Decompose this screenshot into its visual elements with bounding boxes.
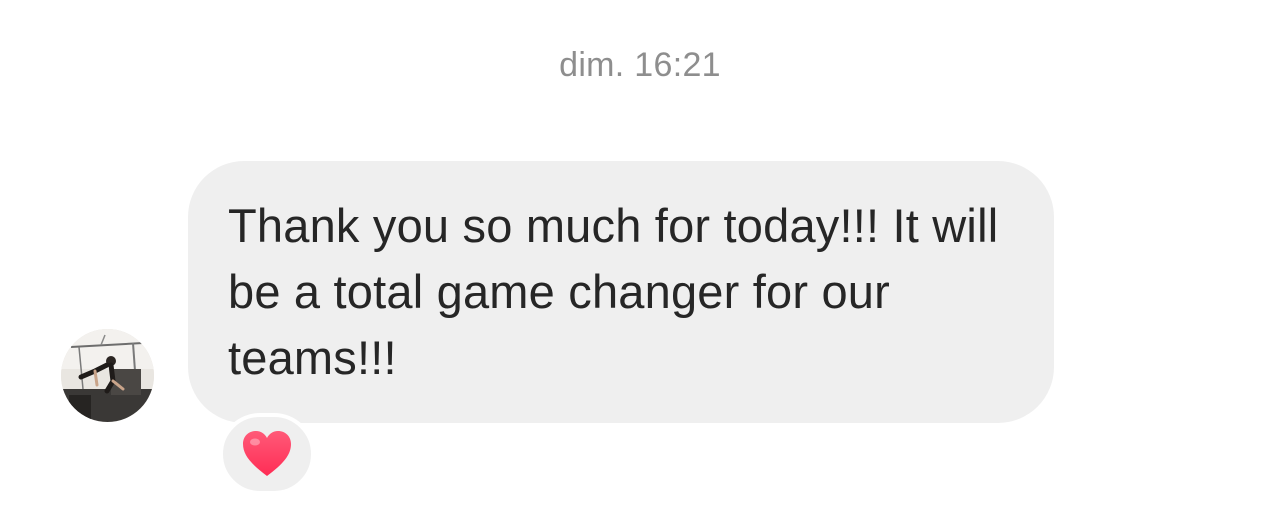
message-text: Thank you so much for today!!! It will b… xyxy=(228,199,999,384)
sender-avatar[interactable] xyxy=(61,329,154,422)
message-timestamp: dim. 16:21 xyxy=(559,46,721,84)
message-reaction[interactable] xyxy=(219,413,315,495)
chat-thread: dim. 16:21 Thank you so much for today!!… xyxy=(0,0,1280,532)
heart-icon xyxy=(243,431,291,476)
message-bubble[interactable]: Thank you so much for today!!! It will b… xyxy=(188,161,1054,423)
avatar-photo xyxy=(61,329,154,422)
